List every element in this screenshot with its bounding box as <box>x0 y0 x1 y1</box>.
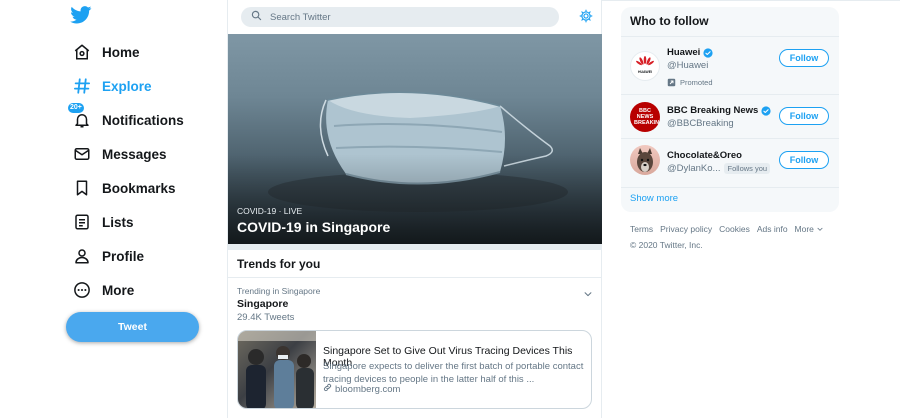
account-name: Chocolate&Oreo <box>667 150 742 161</box>
sidebar-item-lists[interactable]: Lists <box>70 207 134 237</box>
bookmark-icon <box>70 176 94 200</box>
news-card[interactable]: Singapore Set to Give Out Virus Tracing … <box>237 330 592 409</box>
promoted-text: Promoted <box>680 78 713 87</box>
sidebar-item-label: Profile <box>102 248 145 264</box>
trend-context: Trending in Singapore <box>237 286 321 296</box>
footer-link[interactable]: Ads info <box>757 224 788 234</box>
show-more-link[interactable]: Show more <box>621 187 839 212</box>
event-meta: COVID-19 · LIVE <box>237 206 303 216</box>
account-name: Huawei <box>667 47 713 58</box>
more-circle-icon <box>70 278 94 302</box>
trends-heading: Trends for you <box>228 250 602 278</box>
sidebar-item-messages[interactable]: Messages <box>70 139 167 169</box>
account-name-text: BBC Breaking News <box>667 105 759 116</box>
account-name: BBC Breaking News <box>667 105 771 116</box>
huawei-logo-avatar: HUAWEI <box>630 51 660 81</box>
promoted-label: Promoted <box>667 78 713 87</box>
sidebar-item-label: Notifications <box>102 112 184 128</box>
footer-link[interactable]: Privacy policy <box>660 224 712 234</box>
trend-item[interactable]: Trending in Singapore Singapore 29.4K Tw… <box>228 279 602 327</box>
account-handle: @BBCBreaking <box>667 118 734 129</box>
sidebar-item-label: Lists <box>102 214 134 230</box>
site-footer: Terms Privacy policy Cookies Ads info Mo… <box>630 224 840 250</box>
envelope-icon <box>70 142 94 166</box>
follow-button[interactable]: Follow <box>779 151 829 169</box>
person-icon <box>70 244 94 268</box>
search-input[interactable] <box>270 11 530 23</box>
sidebar-item-home[interactable]: Home <box>70 37 140 67</box>
chevron-down-icon[interactable] <box>583 286 593 297</box>
follow-suggestion[interactable]: Chocolate&Oreo @DylanKo... Follows you F… <box>621 138 839 187</box>
sidebar-item-label: Bookmarks <box>102 180 176 196</box>
footer-more-link[interactable]: More <box>795 224 824 234</box>
sidebar-nav: Home Explore 20+ Notifications Messages … <box>62 0 222 418</box>
who-to-follow-panel: Who to follow HUAWEI Huawei @Huawei Prom… <box>621 7 839 212</box>
sidebar-item-label: Home <box>102 44 140 60</box>
follow-button[interactable]: Follow <box>779 107 829 125</box>
sidebar-item-label: Messages <box>102 146 167 162</box>
dog-avatar <box>630 145 660 175</box>
follows-you-badge: Follows you <box>724 163 771 174</box>
footer-links: Terms Privacy policy Cookies Ads info Mo… <box>630 224 840 234</box>
home-icon <box>70 40 94 64</box>
verified-badge-icon <box>703 47 713 58</box>
footer-link[interactable]: Cookies <box>719 224 750 234</box>
tweet-button[interactable]: Tweet <box>66 312 199 342</box>
who-to-follow-title: Who to follow <box>630 14 709 28</box>
follow-suggestion[interactable]: BBC NEWS BREAKING BBC Breaking News @BBC… <box>621 94 839 138</box>
sidebar-item-notifications[interactable]: 20+ Notifications <box>67 102 184 135</box>
event-title: COVID-19 in Singapore <box>237 219 391 235</box>
account-handle-row: @DylanKo... Follows you <box>667 163 771 174</box>
link-icon <box>323 383 335 395</box>
explore-column: COVID-19 · LIVE COVID-19 in Singapore Tr… <box>227 0 602 418</box>
bbc-news-avatar: BBC NEWS BREAKING <box>630 102 660 132</box>
trend-tweet-count: 29.4K Tweets <box>237 312 295 323</box>
account-handle: @Huawei <box>667 60 709 71</box>
footer-link-label: More <box>794 224 814 234</box>
notification-badge: 20+ <box>67 102 85 114</box>
search-bar[interactable] <box>241 7 559 27</box>
chevron-down-icon <box>817 227 823 231</box>
avatar-text: BBC NEWS BREAKING <box>634 108 660 126</box>
list-icon <box>70 210 94 234</box>
follow-suggestion[interactable]: HUAWEI Huawei @Huawei Promoted Follow <box>621 36 839 94</box>
account-name-text: Chocolate&Oreo <box>667 150 742 161</box>
sidebar-item-explore[interactable]: Explore <box>70 71 152 101</box>
sidebar-item-bookmarks[interactable]: Bookmarks <box>70 173 176 203</box>
bell-icon: 20+ <box>67 102 94 132</box>
news-card-domain: bloomberg.com <box>335 383 401 395</box>
top-divider <box>602 0 900 1</box>
sidebar-item-more[interactable]: More <box>70 275 134 305</box>
trend-name: Singapore <box>237 298 289 310</box>
news-card-source[interactable]: bloomberg.com <box>323 383 400 395</box>
footer-link[interactable]: Terms <box>630 224 653 234</box>
sidebar-item-label: More <box>102 282 135 298</box>
search-icon <box>251 8 262 26</box>
avatar-text: HUAWEI <box>638 70 652 74</box>
twitter-bird-icon[interactable] <box>70 6 96 28</box>
sidebar-item-label: Explore <box>102 78 152 94</box>
news-thumbnail <box>238 331 316 408</box>
featured-event-card[interactable]: COVID-19 · LIVE COVID-19 in Singapore <box>228 34 602 244</box>
promoted-icon <box>667 78 676 87</box>
verified-badge-icon <box>761 105 771 116</box>
sidebar-item-profile[interactable]: Profile <box>70 241 144 271</box>
account-name-text: Huawei <box>667 47 701 58</box>
copyright: © 2020 Twitter, Inc. <box>630 240 703 250</box>
account-handle: @DylanKo... <box>667 163 721 174</box>
hashtag-icon <box>70 74 94 98</box>
gear-icon[interactable] <box>579 9 593 23</box>
follow-button[interactable]: Follow <box>779 49 829 67</box>
